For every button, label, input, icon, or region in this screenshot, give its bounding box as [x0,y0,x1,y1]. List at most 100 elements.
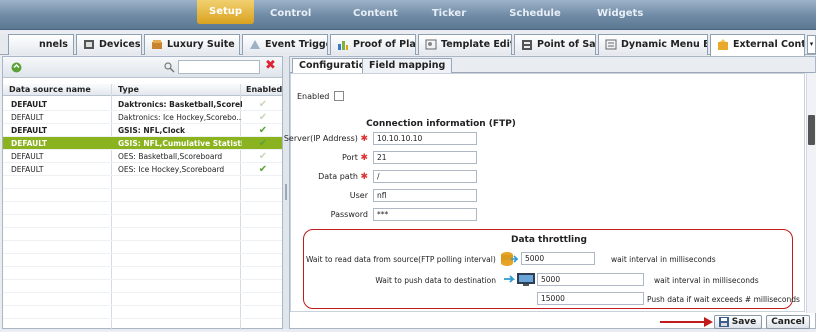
cell-type: GSIS: NFL,Cumulative Statistics [118,139,242,148]
arrow-annotation-icon [660,317,713,327]
throttling-title: Data throttling [510,235,587,245]
read-wait-label: Wait to read data from source(FTP pollin… [306,255,496,264]
template-icon [425,39,437,50]
cell-name: DEFAULT [11,165,44,174]
menu-board-icon [605,39,617,50]
nav-setup[interactable]: Setup [197,0,255,24]
tab-label: Proof of Play [353,39,416,50]
required-marker: ✱ [360,172,368,182]
empty-row [3,293,282,306]
cell-name: DEFAULT [11,100,47,109]
data-throttling-section: Data throttling Wait to read data from s… [303,229,800,309]
tab-label: Devices [99,39,141,50]
cell-type: GSIS: NFL,Clock [118,126,186,135]
refresh-icon[interactable] [10,61,23,74]
cell-name: DEFAULT [11,139,47,148]
password-input[interactable]: *** [373,208,477,221]
cell-name: DEFAULT [11,113,44,122]
tab-field-mapping[interactable]: Field mapping [362,58,453,73]
nav-schedule[interactable]: Schedule [508,8,562,19]
tab-label: Template Editor [441,39,511,50]
tab-label: Point of Sale [537,39,596,50]
password-label: Password [330,210,368,219]
cancel-button[interactable]: Cancel [766,315,810,329]
form-scrollbar[interactable] [806,73,816,313]
chart-icon [338,41,348,50]
tabs-overflow-button[interactable]: ▾ [807,35,816,54]
column-header-enabled[interactable]: Enabled [246,85,282,94]
tab-label: nnels [39,39,68,50]
connection-section-title: Connection information (FTP) [366,119,516,129]
port-label: Port ✱ [231,153,368,163]
tab-label: Luxury Suite [167,39,235,50]
cell-name: DEFAULT [11,126,47,135]
panel-toolbar: ✖ [3,57,282,78]
server-label: Server(IP Address) ✱ [231,134,368,144]
empty-row [3,306,282,319]
cell-type: Daktronics: Basketball,Scorebo... [118,100,242,109]
column-header-name[interactable]: Data source name [9,85,91,94]
nav-control[interactable]: Control [270,8,311,19]
path-label: Data path ✱ [231,172,368,182]
tab-event-triggers[interactable]: Event Triggers [242,34,328,55]
tab-label: Dynamic Menu Boards [621,39,707,50]
cell-type: OES: Basketball,Scoreboard [118,152,223,161]
enabled-check-icon: ✔ [258,112,268,123]
table-row[interactable]: DEFAULT Daktronics: Basketball,Scorebo...… [3,98,282,111]
empty-row [3,280,282,293]
tab-point-of-sale[interactable]: Point of Sale [514,34,596,55]
user-input[interactable]: nfl [373,189,477,202]
cell-type: Daktronics: Ice Hockey,Scorebo... [118,113,242,122]
enabled-label: Enabled [297,92,330,101]
read-unit-label: wait interval in milliseconds [611,255,716,264]
port-input[interactable]: 21 [373,151,477,164]
module-tabbar: nnels Devices Luxury Suite Event Trigger… [0,34,816,56]
devices-icon [84,40,94,49]
monitor-icon [504,273,535,286]
empty-row [3,241,282,254]
empty-row [3,267,282,280]
tab-luxury-suite[interactable]: Luxury Suite [144,34,240,55]
database-icon [501,252,518,266]
max-wait-unit-label: Push data if wait exceeds # milliseconds [647,295,800,304]
tab-channels[interactable]: nnels [8,34,74,55]
tab-proof-of-play[interactable]: Proof of Play [330,34,416,55]
column-header-type[interactable]: Type [118,85,139,94]
push-wait-label: Wait to push data to destination [375,276,496,285]
save-button[interactable]: Save [714,315,762,329]
port-label-text: Port [342,153,358,162]
config-tabbar: Configuration Field mapping [290,57,815,74]
server-label-text: Server(IP Address) [283,134,358,143]
push-interval-input[interactable]: 5000 [537,273,644,286]
path-label-text: Data path [318,172,358,181]
nav-widgets[interactable]: Widgets [597,8,643,19]
config-form: Enabled Connection information (FTP) Ser… [284,73,805,312]
user-label: User [349,191,368,200]
tab-external-content[interactable]: External Content [710,34,805,56]
suite-icon [152,40,162,49]
max-wait-input[interactable]: 15000 [537,292,644,305]
enabled-checkbox[interactable] [334,91,344,101]
external-content-icon [718,39,728,50]
save-icon [719,317,729,327]
empty-row [3,319,282,332]
server-input[interactable]: 10.10.10.10 [373,132,477,145]
tab-label: Event Triggers [265,39,327,50]
top-navigation: Setup Control Content Ticker Schedule Wi… [0,0,816,30]
required-marker: ✱ [360,134,368,144]
empty-row [3,228,282,241]
tab-label: External Content [733,39,804,50]
scrollbar-thumb[interactable] [808,115,815,145]
tab-template-editor[interactable]: Template Editor [418,34,512,55]
nav-content[interactable]: Content [353,8,398,19]
clear-search-icon[interactable]: ✖ [265,58,276,73]
search-input[interactable] [178,60,260,74]
table-row[interactable]: DEFAULT Daktronics: Ice Hockey,Scorebo...… [3,111,282,124]
nav-ticker[interactable]: Ticker [430,8,468,19]
tab-dynamic-menu-boards[interactable]: Dynamic Menu Boards [598,34,708,55]
pos-icon [522,40,532,50]
tab-devices[interactable]: Devices [76,34,142,55]
empty-row [3,254,282,267]
read-interval-input[interactable]: 5000 [521,252,595,265]
data-path-input[interactable]: / [373,170,477,183]
